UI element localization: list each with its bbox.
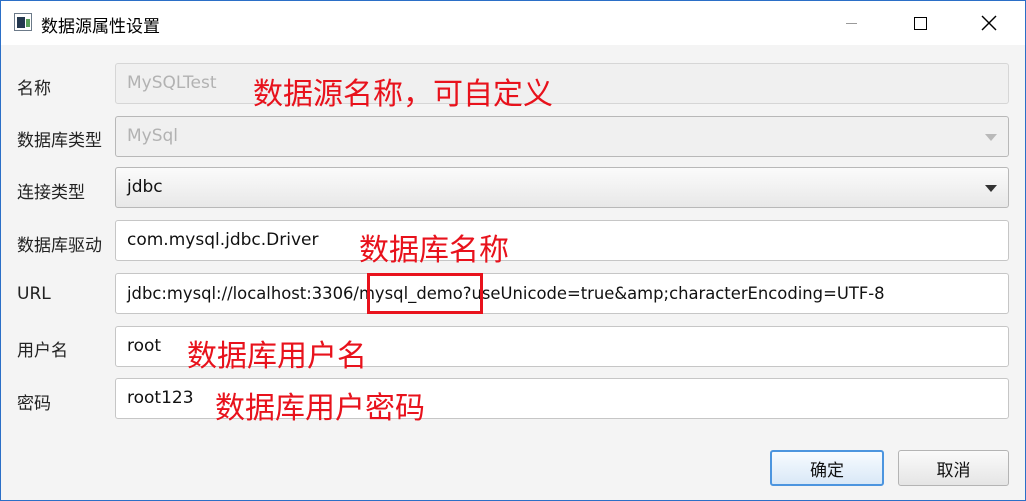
conn-type-label: 连接类型 [17,183,85,203]
password-value: root123 [127,388,194,408]
driver-value: com.mysql.jdbc.Driver [127,230,319,250]
database-name-highlight [367,273,483,314]
password-label: 密码 [17,394,51,414]
url-field[interactable]: jdbc:mysql://localhost:3306/mysql_demo?u… [115,273,1009,314]
ok-button[interactable]: 确定 [770,450,884,486]
password-annotation: 数据库用户密码 [215,391,425,426]
name-value: MySQLTest [127,73,217,93]
dialog-window: 数据源属性设置 名称 MySQLTest 数据源名称，可自定义 数据库类型 My… [0,0,1026,501]
name-label: 名称 [17,79,51,99]
conn-type-select[interactable]: jdbc [115,167,1009,208]
minimize-button[interactable] [828,1,874,45]
driver-field[interactable]: com.mysql.jdbc.Driver [115,220,1009,261]
url-value: jdbc:mysql://localhost:3306/mysql_demo?u… [127,284,885,303]
name-field: MySQLTest [115,63,1009,104]
chevron-down-icon[interactable] [985,185,997,192]
minimize-icon [845,22,857,24]
close-button[interactable] [966,1,1012,45]
url-label: URL [17,284,51,304]
driver-annotation: 数据库名称 [359,233,509,268]
title-bar[interactable]: 数据源属性设置 [1,1,1025,45]
maximize-button[interactable] [897,1,943,45]
db-type-select: MySql [115,116,1009,157]
user-value: root [127,336,162,356]
driver-label: 数据库驱动 [17,236,102,256]
close-icon [981,15,997,31]
user-label: 用户名 [17,341,68,361]
user-annotation: 数据库用户名 [187,339,367,374]
conn-type-value: jdbc [127,177,163,197]
db-type-label: 数据库类型 [17,131,102,151]
window-title: 数据源属性设置 [41,17,160,37]
chevron-down-icon [985,134,997,141]
maximize-icon [913,16,927,30]
db-type-value: MySql [127,126,179,146]
name-annotation: 数据源名称，可自定义 [253,77,553,112]
cancel-button[interactable]: 取消 [898,450,1009,486]
app-icon [14,13,32,31]
